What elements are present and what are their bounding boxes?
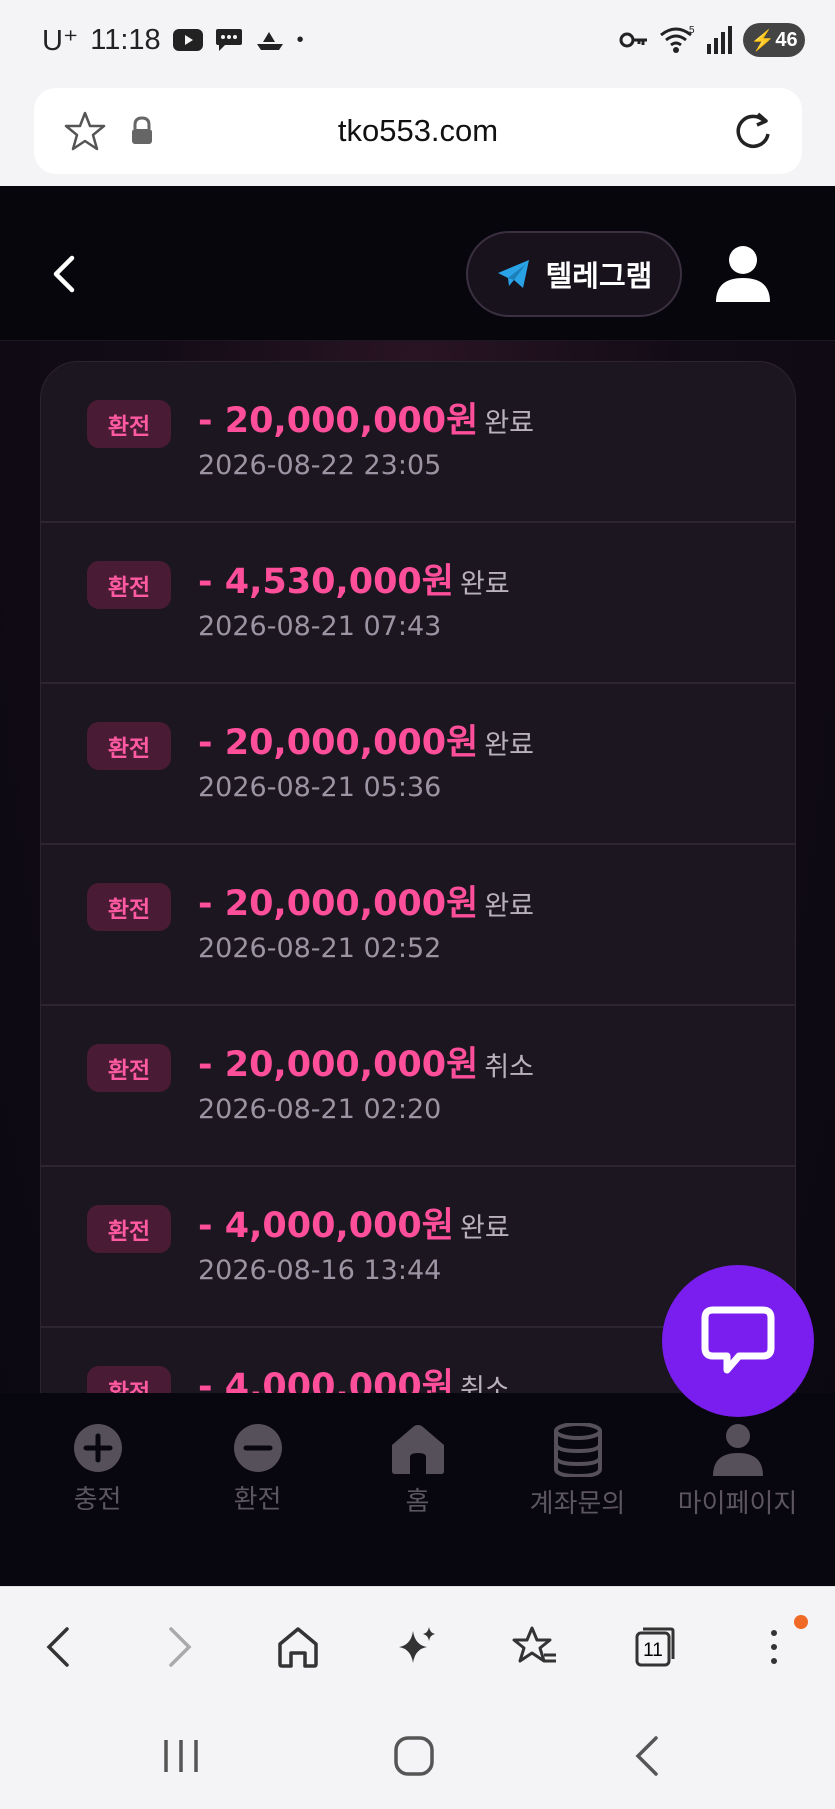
type-badge: 환전 [87, 561, 171, 609]
sparkle-icon [399, 1627, 435, 1663]
transaction-row[interactable]: 환전 - 20,000,000원 완료 2026-08-21 02:52 [41, 845, 795, 1006]
browser-ai-button[interactable] [387, 1617, 447, 1677]
transaction-datetime: 2026-08-16 13:44 [198, 1255, 442, 1286]
browser-back-button[interactable] [28, 1617, 88, 1677]
nav-item-withdraw[interactable]: 환전 [174, 1393, 341, 1533]
bottom-nav: 충전 환전 홈 계좌문의 마이페이지 [0, 1393, 835, 1586]
browser-toolbar: 11 [0, 1586, 835, 1706]
nav-label: 마이페이지 [677, 1489, 798, 1519]
minus-circle-icon [233, 1424, 282, 1472]
status-bar: U⁺ 11:18 • 5 ⚡ 46 [0, 0, 835, 78]
telegram-label: 텔레그램 [545, 259, 653, 293]
browser-menu-button[interactable] [744, 1615, 808, 1677]
transaction-datetime: 2026-08-21 02:52 [198, 933, 442, 964]
plus-circle-icon [73, 1424, 122, 1472]
amount: - 20,000,000원 [198, 884, 479, 924]
bookmarks-star-icon [512, 1626, 556, 1663]
transaction-row[interactable]: 환전 - 20,000,000원 취소 2026-08-21 02:20 [41, 1006, 795, 1167]
status-label: 완료 [484, 891, 535, 922]
wifi-icon: 5 [660, 25, 695, 53]
status-label: 완료 [459, 1213, 510, 1244]
nav-label: 홈 [405, 1487, 430, 1517]
tab-count: 11 [643, 1640, 663, 1661]
address-bar[interactable]: tko553.com [34, 88, 802, 174]
transaction-row[interactable]: 환전 - 20,000,000원 완료 2026-08-21 05:36 [41, 684, 795, 845]
transaction-datetime: 2026-08-21 02:20 [198, 1094, 442, 1125]
notification-dot: • [296, 28, 304, 51]
type-badge: 환전 [87, 722, 171, 770]
recent-apps-icon[interactable] [162, 1736, 200, 1776]
nav-item-account-inquiry[interactable]: 계좌문의 [494, 1393, 661, 1533]
update-dot-icon [794, 1615, 808, 1629]
clock: 11:18 [90, 23, 161, 56]
amount: - 20,000,000원 [198, 401, 479, 441]
browser-bookmarks-button[interactable] [505, 1617, 565, 1677]
nav-label: 계좌문의 [529, 1489, 626, 1519]
type-badge: 환전 [87, 1205, 171, 1253]
nav-label: 충전 [73, 1485, 122, 1515]
browser-address-area: tko553.com [0, 78, 835, 186]
home-outline-icon [278, 1627, 318, 1668]
type-badge: 환전 [87, 400, 171, 448]
app-header: 텔레그램 [0, 186, 835, 341]
amount: - 4,000,000원 [198, 1206, 454, 1246]
browser-tabs-button[interactable]: 11 [625, 1617, 685, 1677]
system-nav-bar [0, 1706, 835, 1809]
more-vertical-icon [771, 1630, 777, 1664]
transaction-row[interactable]: 환전 - 4,530,000원 완료 2026-08-21 07:43 [41, 523, 795, 684]
user-profile-icon[interactable] [714, 244, 772, 304]
nav-label: 환전 [233, 1485, 282, 1515]
database-icon [553, 1423, 602, 1477]
chevron-right-icon [169, 1627, 192, 1667]
home-icon [391, 1425, 444, 1474]
amount: - 20,000,000원 [198, 723, 479, 763]
signal-icon [707, 26, 732, 54]
chevron-left-icon [46, 1627, 69, 1667]
system-back-icon[interactable] [632, 1736, 662, 1776]
key-icon [619, 32, 647, 48]
tabs-icon: 11 [635, 1627, 675, 1667]
carrier-label: U⁺ [42, 24, 79, 57]
back-arrow-icon[interactable] [48, 254, 82, 294]
status-label: 완료 [484, 408, 535, 439]
nav-item-charge[interactable]: 충전 [14, 1393, 181, 1533]
home-button-icon[interactable] [393, 1735, 435, 1777]
status-label: 취소 [484, 1052, 535, 1083]
url-text[interactable]: tko553.com [34, 88, 802, 174]
nav-item-home[interactable]: 홈 [334, 1393, 501, 1533]
chat-icon [701, 1306, 775, 1374]
amount: - 20,000,000원 [198, 1045, 479, 1085]
battery-level: 46 [775, 28, 798, 51]
wifi-band-label: 5 [689, 25, 695, 36]
browser-forward-button[interactable] [150, 1617, 210, 1677]
type-badge: 환전 [87, 1044, 171, 1092]
telegram-icon [497, 260, 529, 288]
type-badge: 환전 [87, 883, 171, 931]
status-label: 완료 [459, 569, 510, 600]
battery-indicator: ⚡ 46 [743, 23, 805, 57]
user-icon [712, 1424, 763, 1476]
transaction-row[interactable]: 환전 - 20,000,000원 완료 2026-08-22 23:05 [41, 362, 795, 523]
youtube-icon [172, 29, 203, 51]
status-label: 완료 [484, 730, 535, 761]
chat-bubble-icon [215, 29, 242, 51]
telegram-button[interactable]: 텔레그램 [466, 231, 682, 317]
transaction-datetime: 2026-08-21 05:36 [198, 772, 442, 803]
live-chat-button[interactable] [662, 1265, 814, 1417]
transaction-datetime: 2026-08-22 23:05 [198, 450, 442, 481]
browser-home-button[interactable] [268, 1617, 328, 1677]
boat-icon [256, 32, 283, 50]
reload-icon[interactable] [732, 110, 774, 152]
amount: - 4,530,000원 [198, 562, 454, 602]
transaction-datetime: 2026-08-21 07:43 [198, 611, 442, 642]
